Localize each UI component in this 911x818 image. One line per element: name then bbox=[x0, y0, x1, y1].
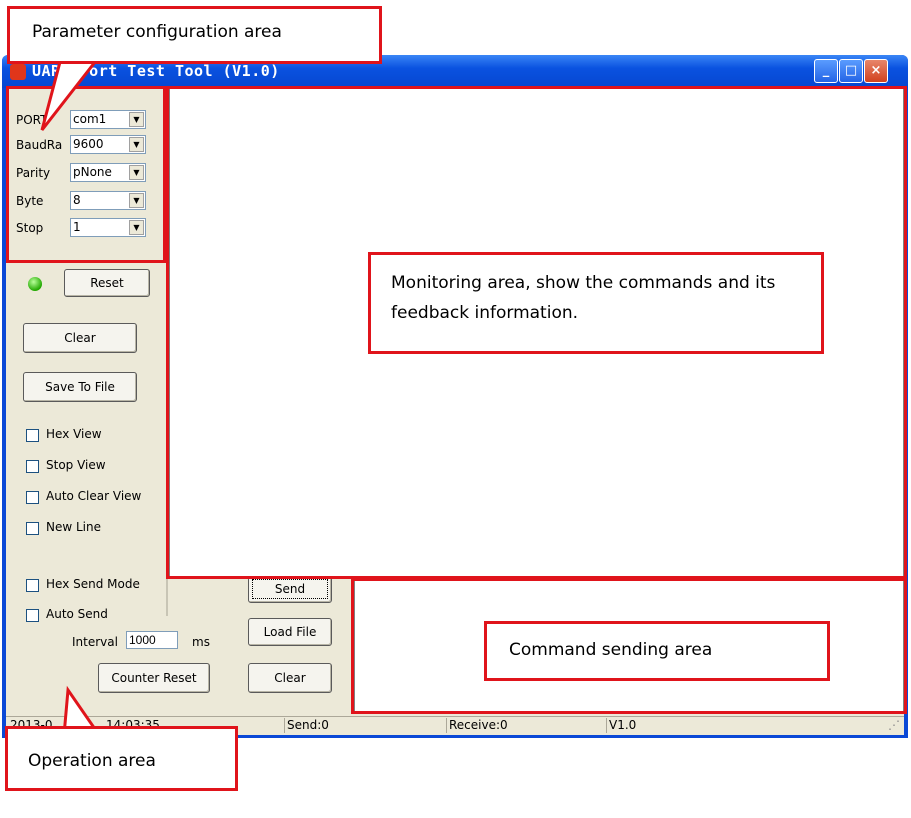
callout-pointers bbox=[40, 60, 118, 760]
monitoring-callout: Monitoring area, show the commands and i… bbox=[368, 252, 824, 354]
command-callout: Command sending area bbox=[484, 621, 830, 681]
operation-callout: Operation area bbox=[5, 726, 238, 791]
parameter-callout: Parameter configuration area bbox=[7, 6, 382, 64]
parameter-callout-pointer bbox=[40, 60, 99, 131]
